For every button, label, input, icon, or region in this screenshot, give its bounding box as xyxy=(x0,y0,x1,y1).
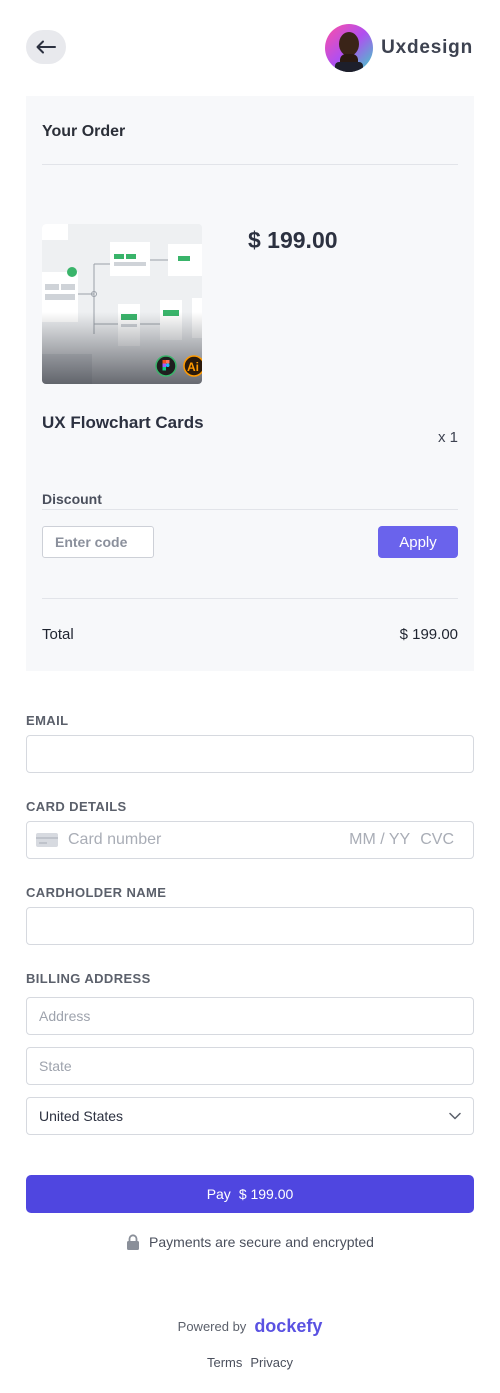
divider xyxy=(42,164,458,165)
card-details-label: CARD DETAILS xyxy=(26,799,127,814)
country-value: United States xyxy=(39,1108,124,1124)
apply-discount-button[interactable]: Apply xyxy=(378,526,458,558)
state-field[interactable] xyxy=(27,1048,473,1084)
total-label: Total xyxy=(42,626,74,643)
country-select[interactable]: United States xyxy=(26,1097,474,1135)
email-label: EMAIL xyxy=(26,713,69,728)
address-field[interactable] xyxy=(27,998,473,1034)
powered-by-label: Powered by xyxy=(177,1319,247,1334)
email-field[interactable] xyxy=(27,736,473,772)
secure-text: Payments are secure and encrypted xyxy=(149,1234,374,1250)
chevron-down-icon xyxy=(449,1112,461,1120)
state-field-wrapper xyxy=(26,1047,474,1085)
email-field-wrapper xyxy=(26,735,474,773)
product-name: UX Flowchart Cards xyxy=(42,413,204,432)
discount-label: Discount xyxy=(42,491,102,507)
secure-notice: Payments are secure and encrypted xyxy=(0,1234,500,1250)
arrow-left-icon xyxy=(36,40,56,54)
address-field-wrapper xyxy=(26,997,474,1035)
back-button[interactable] xyxy=(26,30,66,64)
footer-links: Terms Privacy xyxy=(0,1355,500,1370)
divider xyxy=(42,598,458,599)
order-title: Your Order xyxy=(42,123,126,140)
billing-address-label: BILLING ADDRESS xyxy=(26,971,151,986)
product-price: $ 199.00 xyxy=(248,227,338,253)
total-value: $ 199.00 xyxy=(399,626,458,643)
discount-code-input[interactable] xyxy=(42,526,154,558)
brand-name: Uxdesign xyxy=(381,37,473,58)
powered-by: Powered by dockefy xyxy=(0,1316,500,1337)
cardholder-field-wrapper xyxy=(26,907,474,945)
privacy-link[interactable]: Privacy xyxy=(250,1355,293,1370)
terms-link[interactable]: Terms xyxy=(207,1355,242,1370)
brand: Uxdesign xyxy=(325,24,473,72)
svg-text:Ai: Ai xyxy=(187,360,199,374)
dockefy-logo[interactable]: dockefy xyxy=(254,1316,322,1337)
card-details-field[interactable]: Card number MM / YY CVC xyxy=(26,821,474,859)
pay-amount: $ 199.00 xyxy=(238,1186,294,1202)
product-quantity: x 1 xyxy=(437,429,458,446)
card-number-input[interactable]: Card number xyxy=(68,831,349,849)
product-image: Ai xyxy=(42,224,202,384)
card-expiry-input[interactable]: MM / YY xyxy=(349,831,410,849)
cardholder-name-field[interactable] xyxy=(27,908,473,944)
card-cvc-input[interactable]: CVC xyxy=(420,831,454,849)
order-summary: Your Order Ai $ 199.00 UX Flowchart Card… xyxy=(26,96,474,671)
top-bar: Uxdesign xyxy=(0,0,500,96)
avatar xyxy=(325,24,374,72)
pay-label: Pay xyxy=(206,1186,231,1202)
credit-card-icon xyxy=(36,833,58,847)
divider xyxy=(42,509,458,510)
pay-button[interactable]: Pay $ 199.00 xyxy=(26,1175,474,1213)
lock-icon xyxy=(127,1234,140,1250)
cardholder-label: CARDHOLDER NAME xyxy=(26,885,167,900)
